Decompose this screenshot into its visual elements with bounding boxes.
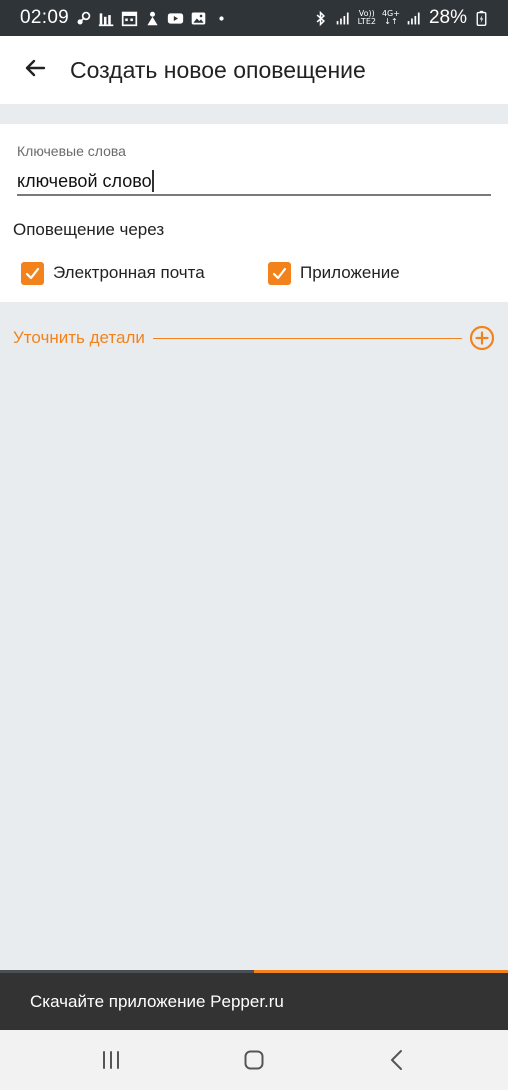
email-option[interactable]: Электронная почта	[21, 261, 205, 285]
alert-form: Ключевые слова Оповещение через Электрон…	[0, 124, 508, 302]
calendar-icon	[121, 10, 138, 27]
snackbar-text[interactable]: Скачайте приложение Pepper.ru	[30, 992, 284, 1012]
home-icon	[244, 1050, 264, 1070]
recent-apps-button[interactable]	[81, 1030, 141, 1090]
checkmark-icon	[25, 267, 40, 279]
chevron-left-icon	[390, 1050, 402, 1070]
system-nav-bar	[0, 1030, 508, 1090]
page-title: Создать новое оповещение	[70, 56, 366, 83]
status-bar: 02:09 Vo)) LTE2 4G+ ↓↑ 28%	[0, 0, 508, 36]
app-checkbox[interactable]	[268, 261, 291, 285]
bluetooth-icon	[312, 10, 329, 27]
app-option-label: Приложение	[300, 263, 400, 282]
battery-percent: 28%	[428, 7, 467, 28]
refine-details-divider	[152, 337, 462, 339]
network-type-2-bottom: ↓↑	[384, 17, 398, 26]
app-bar: Создать новое оповещение	[0, 36, 508, 104]
recent-apps-icon	[103, 1051, 120, 1069]
status-time: 02:09	[20, 7, 70, 28]
back-button[interactable]	[0, 36, 70, 104]
notify-via-label: Оповещение через	[13, 220, 165, 239]
notification-app-icon	[144, 10, 161, 27]
checkmark-icon	[272, 267, 287, 279]
bar-chart-icon	[98, 10, 115, 27]
keywords-input[interactable]	[17, 168, 491, 196]
app-option[interactable]: Приложение	[268, 261, 400, 285]
text-caret	[152, 170, 154, 192]
email-option-label: Электронная почта	[53, 263, 205, 282]
network-type-2: 4G+ ↓↑	[382, 10, 400, 26]
network-type-1-bottom: LTE2	[357, 17, 376, 26]
home-button[interactable]	[224, 1030, 284, 1090]
email-checkbox[interactable]	[21, 261, 44, 285]
plus-circle-icon[interactable]	[469, 325, 495, 351]
status-left: 02:09	[20, 7, 230, 29]
keywords-label: Ключевые слова	[17, 143, 126, 159]
signal-2-icon	[406, 10, 423, 27]
status-right: Vo)) LTE2 4G+ ↓↑ 28%	[312, 7, 490, 29]
battery-charging-icon	[473, 10, 490, 27]
gallery-icon	[190, 10, 207, 27]
network-type-1: Vo)) LTE2	[358, 10, 376, 26]
signal-1-icon	[335, 10, 352, 27]
more-notifications-dot-icon	[213, 10, 230, 27]
refine-details-row[interactable]: Уточнить детали	[0, 322, 508, 354]
arrow-left-icon	[23, 56, 47, 85]
system-back-button[interactable]	[367, 1030, 427, 1090]
youtube-icon	[167, 10, 184, 27]
refine-details-label[interactable]: Уточнить детали	[13, 328, 145, 348]
download-app-snackbar[interactable]: Скачайте приложение Pepper.ru	[0, 973, 508, 1030]
steam-icon	[75, 10, 92, 27]
